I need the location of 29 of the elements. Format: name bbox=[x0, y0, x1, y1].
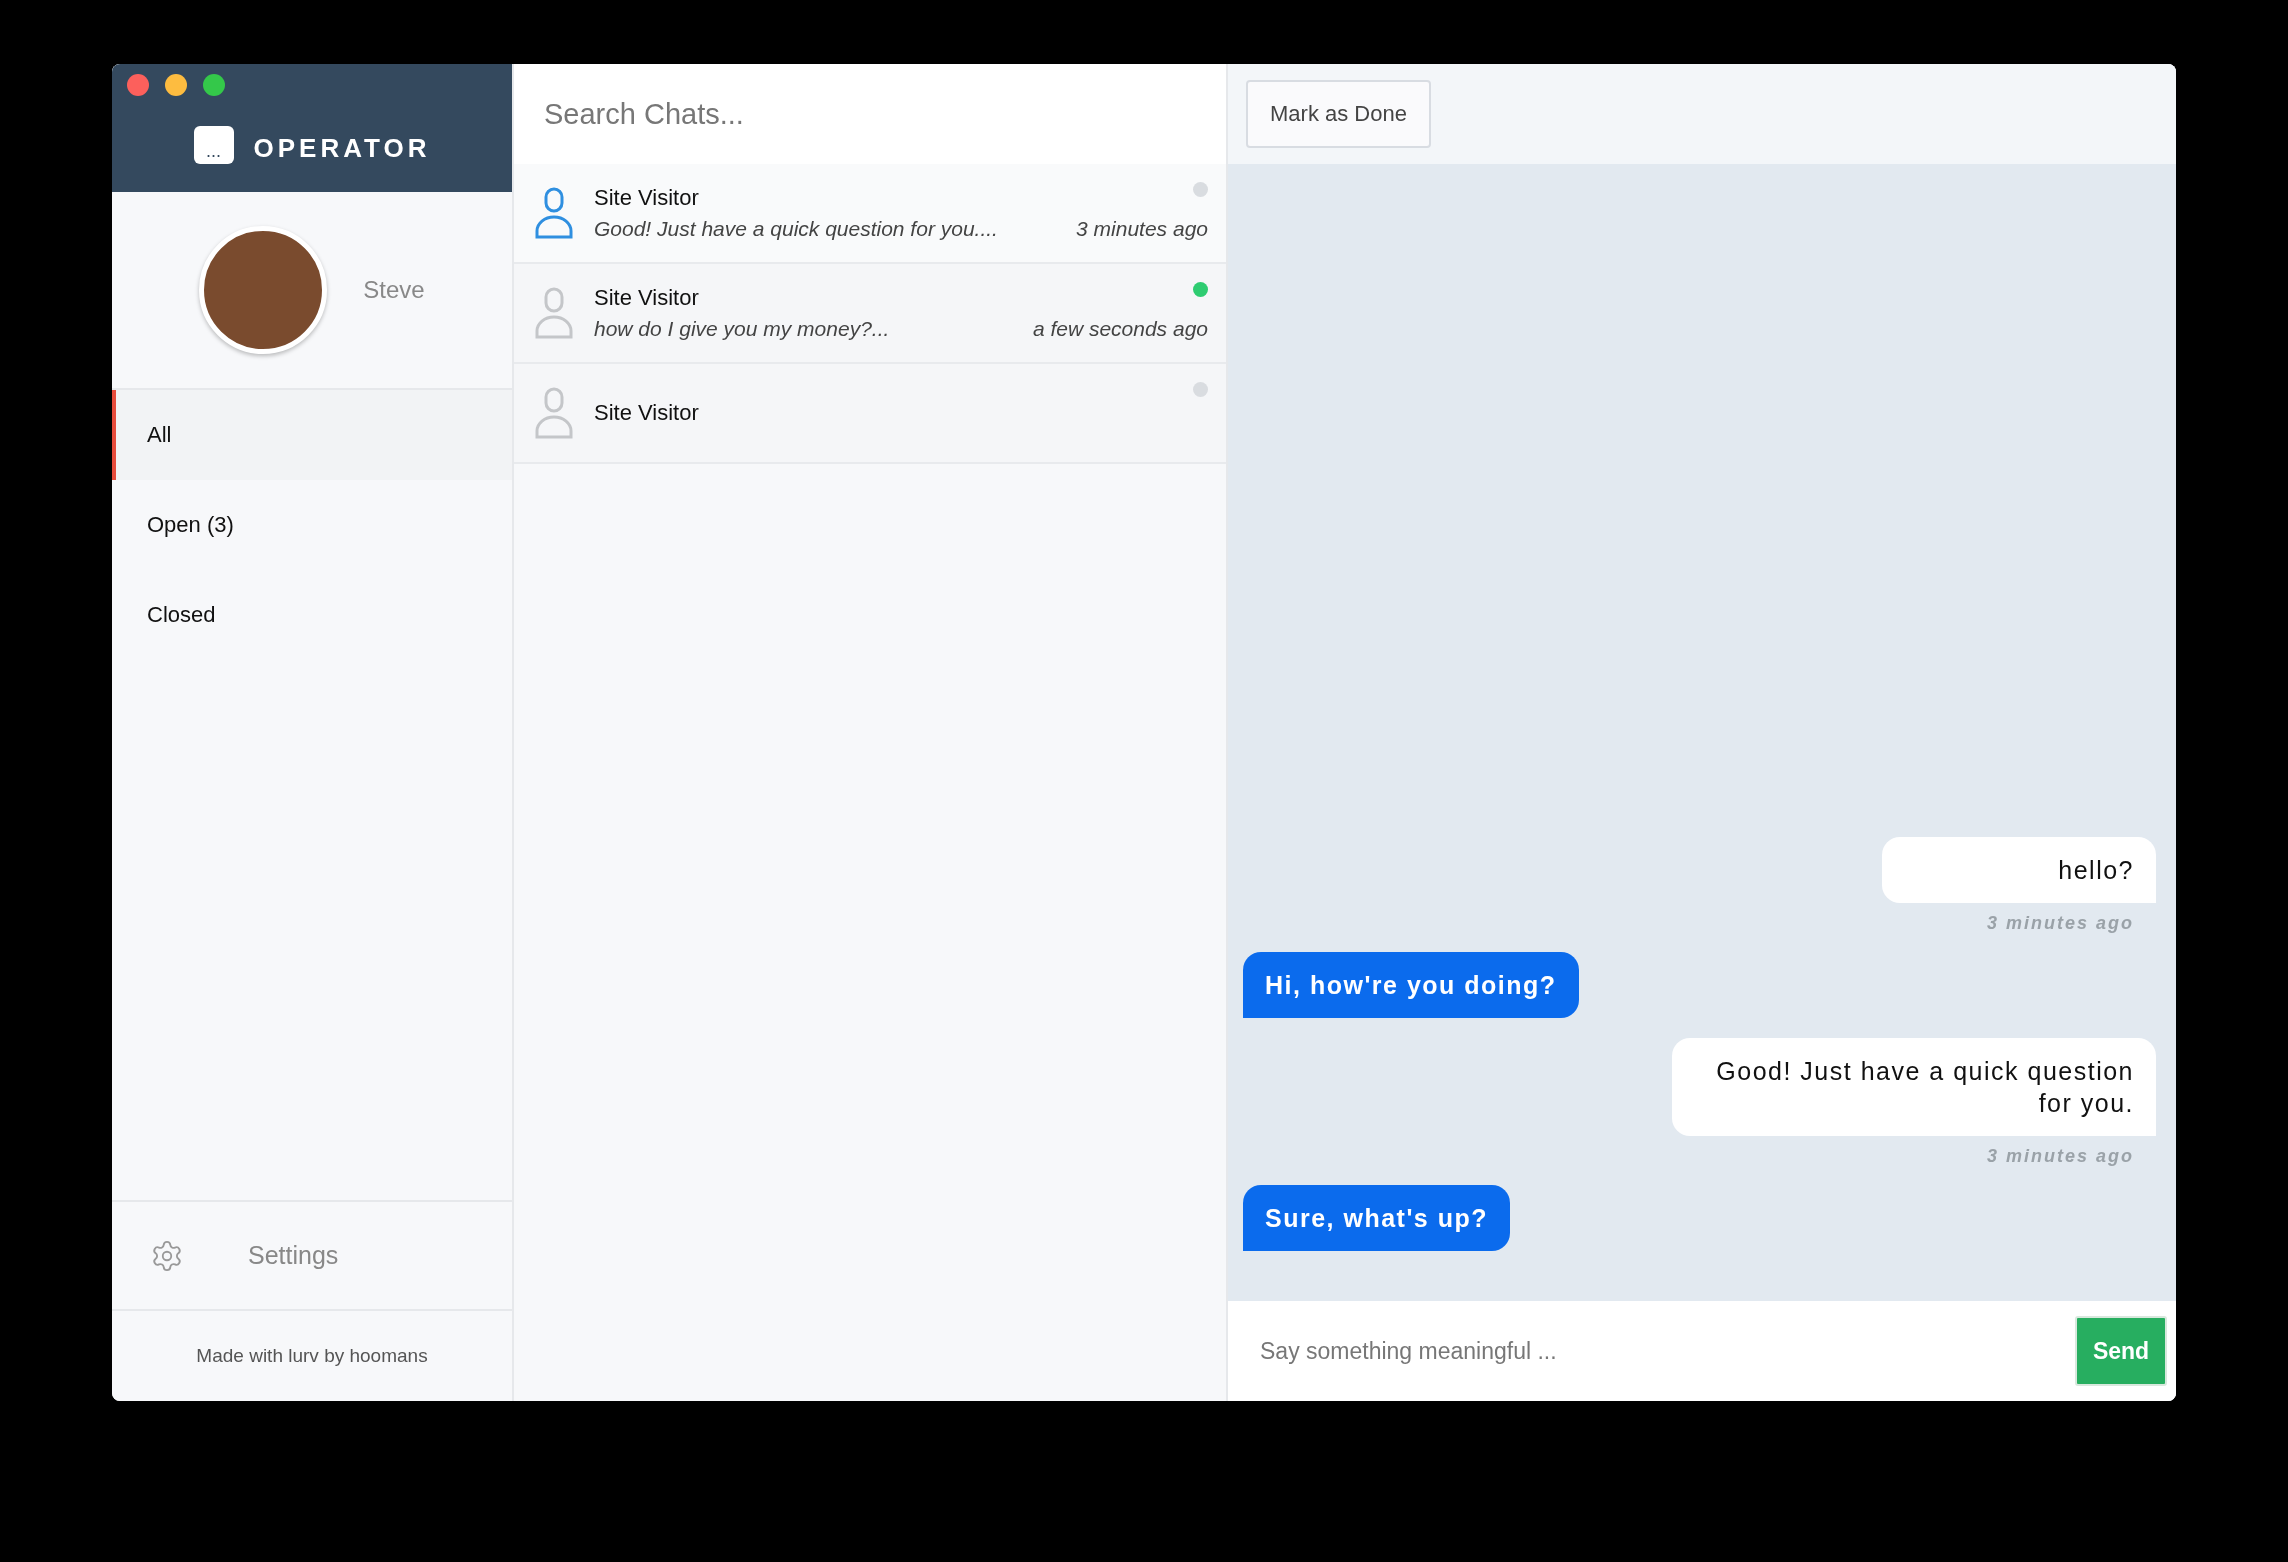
settings-icon[interactable] bbox=[150, 1238, 184, 1273]
mark-done-button[interactable]: Mark as Done bbox=[1246, 80, 1431, 148]
footer-text: Made with lurv by hoomans bbox=[195, 1344, 429, 1368]
nav-item[interactable]: Open (3) bbox=[112, 480, 512, 570]
message-bubble: Sure, what's up? bbox=[1243, 1185, 1511, 1251]
person-icon bbox=[534, 187, 574, 239]
close-icon[interactable] bbox=[127, 74, 149, 96]
zoom-icon[interactable] bbox=[203, 74, 225, 96]
nav-item[interactable]: All bbox=[112, 390, 512, 480]
chat-name: Site Visitor bbox=[594, 285, 700, 311]
message-bubble: hello? bbox=[1882, 837, 2156, 903]
message-bubble: Hi, how're you doing? bbox=[1243, 952, 1579, 1018]
message-bubble: Good! Just have a quick question for you. bbox=[1672, 1038, 2156, 1136]
app-title: OPERATOR bbox=[253, 133, 431, 164]
minimize-icon[interactable] bbox=[165, 74, 187, 96]
message-time: 3 minutes ago bbox=[1986, 913, 2134, 934]
chat-name: Site Visitor bbox=[594, 400, 700, 426]
search-field[interactable]: Search Chats... bbox=[514, 64, 1226, 164]
profile-name: Steve bbox=[363, 276, 425, 304]
chat-preview: how do I give you my money?... bbox=[594, 317, 890, 341]
chat-time: 3 minutes ago bbox=[1076, 217, 1208, 241]
chat-preview: Good! Just have a quick question for you.... bbox=[594, 217, 998, 241]
person-icon bbox=[534, 287, 574, 339]
person-icon bbox=[534, 387, 574, 439]
chat-time: a few seconds ago bbox=[1032, 317, 1208, 341]
logo-icon: ... bbox=[193, 126, 234, 164]
message-time: 3 minutes ago bbox=[1986, 1146, 2134, 1167]
nav-item[interactable]: Closed bbox=[112, 570, 512, 660]
chat-name: Site Visitor bbox=[594, 185, 700, 211]
